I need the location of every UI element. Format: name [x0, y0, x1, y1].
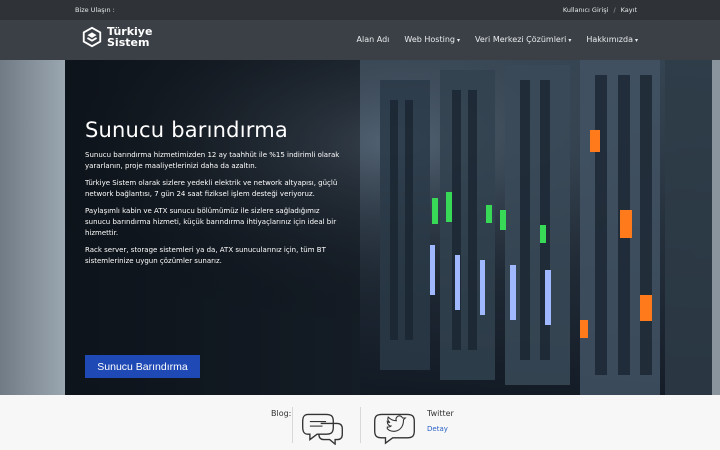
nav-item-label: Veri Merkezi Çözümleri: [474, 35, 567, 44]
hero-content: Sunucu barındırma Sunucu barındırma hizm…: [85, 118, 345, 273]
nav-item-hakkimizda[interactable]: Hakkımızda ▾: [586, 35, 638, 44]
chat-bubble-icon: [302, 413, 343, 445]
bottom-bar: Blog: Twitter Detay: [0, 395, 720, 450]
blog-label: Blog:: [271, 409, 292, 418]
sunucu-barindirma-button[interactable]: Sunucu Barındırma: [85, 355, 200, 378]
contact-label: Bize Ulaşın :: [75, 6, 115, 14]
login-link[interactable]: Kullanıcı Girişi: [563, 6, 609, 14]
hexagon-logo-icon: [82, 26, 102, 48]
main-navbar: Türkiye Sistem Alan Adı Web Hosting ▾ Ve…: [0, 20, 720, 60]
account-separator: /: [613, 6, 616, 14]
topbar: Bize Ulaşın : Kullanıcı Girişi / Kayıt: [0, 0, 720, 20]
divider: [360, 407, 361, 443]
chevron-down-icon: ▾: [456, 37, 460, 44]
register-link[interactable]: Kayıt: [621, 6, 637, 14]
account-links: Kullanıcı Girişi / Kayıt: [563, 6, 637, 14]
twitter-bird-icon: [374, 413, 415, 445]
hero-paragraph: Rack server, storage sistemleri ya da, A…: [85, 246, 326, 265]
brand-logo[interactable]: Türkiye Sistem: [81, 26, 152, 48]
hero-paragraph: Sunucu barındırma hizmetimizden 12 ay ta…: [85, 151, 340, 170]
nav-item-veri-merkezi[interactable]: Veri Merkezi Çözümleri ▾: [475, 35, 571, 44]
chevron-down-icon: ▾: [634, 37, 638, 44]
nav-item-label: Alan Adı: [356, 35, 390, 44]
hero-slider: Sunucu barındırma Sunucu barındırma hizm…: [0, 60, 720, 395]
hero-paragraph: Paylaşımlı kabin ve ATX sunucu bölümümüz…: [85, 207, 337, 237]
hero-title: Sunucu barındırma: [85, 118, 288, 142]
chevron-down-icon: ▾: [568, 37, 572, 44]
nav-menu: Alan Adı Web Hosting ▾ Veri Merkezi Çözü…: [357, 35, 638, 44]
brand-line-2: Sistem: [107, 36, 150, 49]
hero-right-panel: [712, 60, 720, 395]
nav-item-web-hosting[interactable]: Web Hosting ▾: [404, 35, 460, 44]
twitter-detail-link[interactable]: Detay: [427, 425, 448, 433]
nav-item-label: Hakkımızda: [586, 35, 633, 44]
divider: [292, 407, 293, 443]
nav-item-label: Web Hosting: [404, 35, 455, 44]
nav-item-alan-adi[interactable]: Alan Adı: [357, 35, 390, 44]
brand-text: Türkiye Sistem: [107, 26, 152, 48]
hero-left-panel: [0, 60, 65, 395]
hero-paragraph: Türkiye Sistem olarak sizlere yedekli el…: [85, 179, 338, 198]
twitter-label: Twitter: [427, 409, 454, 418]
